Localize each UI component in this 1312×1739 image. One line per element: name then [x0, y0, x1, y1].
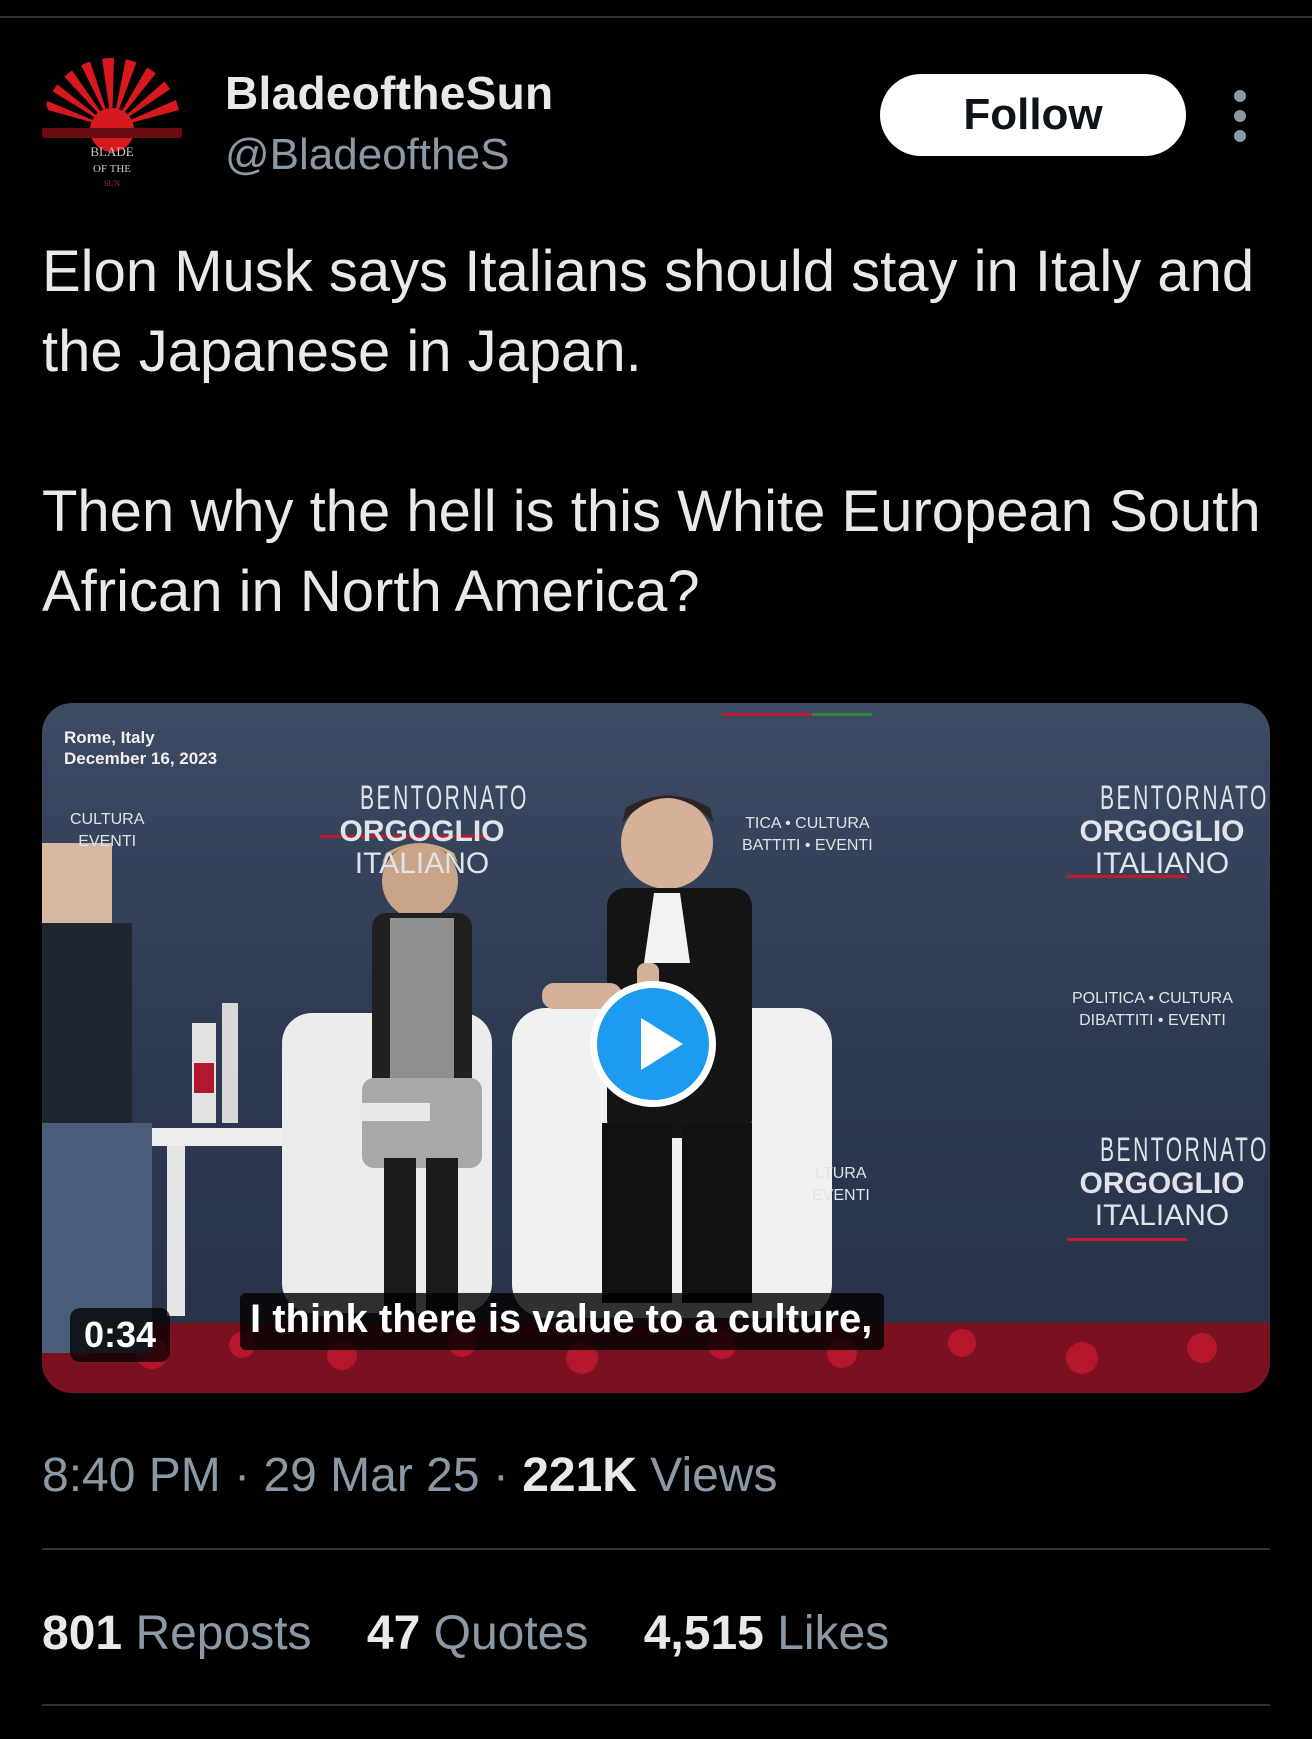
- video-player[interactable]: Rome, Italy December 16, 2023 BENTORNATO…: [42, 703, 1270, 1393]
- more-options-icon[interactable]: [1226, 88, 1256, 144]
- wall-text-line: LTURA: [815, 1165, 867, 1182]
- video-location-overlay: Rome, Italy December 16, 2023: [64, 727, 217, 769]
- svg-text:OF THE: OF THE: [93, 163, 131, 175]
- wall-text-line: EVENTI: [812, 1187, 870, 1204]
- tweet-meta: 8:40 PM · 29 Mar 25 · 221K Views: [42, 1448, 777, 1503]
- video-location-city: Rome, Italy: [64, 728, 155, 747]
- avatar[interactable]: BLADE OF THE SUN: [42, 58, 182, 198]
- likes-stat[interactable]: 4,515 Likes: [644, 1606, 890, 1661]
- wall-logo: BENTORNATO ORGOGLIO ITALIANO: [1062, 779, 1269, 880]
- wall-text-line: DIBATTITI • EVENTI: [1079, 1012, 1226, 1029]
- follow-button[interactable]: Follow: [880, 74, 1186, 156]
- wall-logo-line3: ITALIANO: [1094, 1199, 1230, 1232]
- video-caption: I think there is value to a culture,: [240, 1293, 885, 1350]
- reposts-count: 801: [42, 1607, 123, 1660]
- quotes-stat[interactable]: 47 Quotes: [367, 1606, 589, 1661]
- reposts-label: Reposts: [135, 1607, 312, 1660]
- svg-text:SUN: SUN: [104, 179, 120, 188]
- views-label: Views: [650, 1449, 778, 1502]
- wall-text-line: POLITICA • CULTURA: [1072, 990, 1233, 1007]
- tweet-time[interactable]: 8:40 PM: [42, 1449, 221, 1502]
- wall-logo-line3: ITALIANO: [1094, 847, 1230, 880]
- video-duration: 0:34: [70, 1308, 171, 1362]
- svg-text:BLADE: BLADE: [90, 144, 133, 159]
- wall-logo-line2: ORGOGLIO: [339, 815, 505, 848]
- wall-logo: BENTORNATO ORGOGLIO ITALIANO: [322, 779, 529, 880]
- reposts-stat[interactable]: 801 Reposts: [42, 1606, 312, 1661]
- wall-logo-line1: BENTORNATO: [360, 779, 529, 817]
- engagement-stats: 801 Reposts 47 Quotes 4,515 Likes: [42, 1606, 931, 1661]
- wall-text-line: TICA • CULTURA: [745, 815, 870, 832]
- wall-text-line: BATTITI • EVENTI: [742, 837, 873, 854]
- rising-sun-avatar-icon: BLADE OF THE SUN: [42, 58, 182, 198]
- wall-logo-line2: ORGOGLIO: [1079, 815, 1245, 848]
- wall-logo-line2: ORGOGLIO: [1079, 1167, 1245, 1200]
- quotes-count: 47: [366, 1607, 421, 1660]
- play-icon: [641, 1018, 683, 1070]
- divider: [42, 1704, 1270, 1706]
- wall-logo-line3: ITALIANO: [354, 847, 490, 880]
- meta-separator: ·: [479, 1449, 523, 1502]
- divider: [42, 1548, 1270, 1550]
- wall-text-line: CULTURA: [70, 811, 145, 828]
- author-name[interactable]: BladeoftheSun: [225, 66, 553, 120]
- wall-logo-line1: BENTORNATO: [1100, 779, 1269, 817]
- wall-logo-line1: BENTORNATO: [1100, 1131, 1269, 1169]
- wall-text-line: EVENTI: [78, 833, 137, 850]
- author-handle[interactable]: @BladeoftheS: [225, 130, 509, 180]
- tweet-date[interactable]: 29 Mar 25: [263, 1449, 479, 1502]
- tweet-text: Elon Musk says Italians should stay in I…: [42, 239, 1261, 624]
- top-divider: [0, 16, 1312, 18]
- views-count: 221K: [522, 1449, 637, 1502]
- wall-text: LTURA EVENTI: [812, 1163, 870, 1207]
- wall-logo: BENTORNATO ORGOGLIO ITALIANO: [1062, 1131, 1269, 1232]
- play-button[interactable]: [590, 981, 716, 1107]
- wall-text: TICA • CULTURA BATTITI • EVENTI: [742, 813, 873, 857]
- wall-text: POLITICA • CULTURA DIBATTITI • EVENTI: [1072, 988, 1233, 1032]
- video-location-date: December 16, 2023: [64, 749, 218, 768]
- meta-separator: ·: [220, 1449, 264, 1502]
- likes-label: Likes: [777, 1607, 890, 1660]
- quotes-label: Quotes: [433, 1607, 589, 1660]
- wall-text: CULTURA EVENTI: [70, 809, 144, 853]
- likes-count: 4,515: [643, 1607, 764, 1660]
